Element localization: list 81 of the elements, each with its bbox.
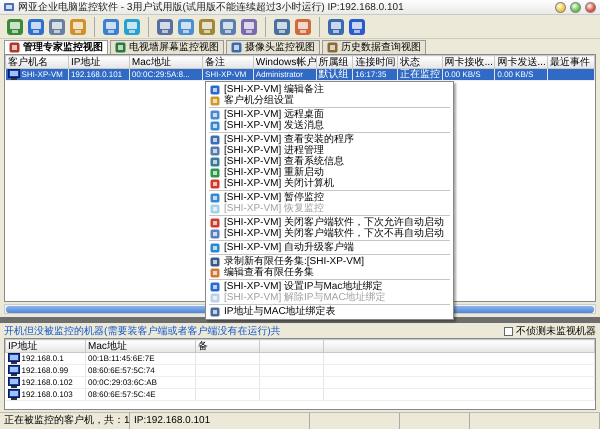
column-header[interactable]: 客户机名 [6, 56, 68, 68]
close-button[interactable] [585, 2, 596, 12]
menu-item[interactable]: IP地址与MAC地址绑定表 [207, 306, 452, 317]
toolbar-icon[interactable] [48, 18, 66, 36]
menu-item[interactable]: [SHI-XP-VM] 关闭客户端软件，下次允许自动启动 [207, 217, 452, 228]
toolbar-icon[interactable] [69, 18, 87, 36]
table-cell: 08:60:6E:57:5C:74 [86, 364, 196, 376]
column-header[interactable]: Mac地址 [129, 56, 202, 68]
table-cell: 192.168.0.102 [22, 377, 73, 388]
column-header[interactable]: IP地址 [6, 340, 86, 352]
view-tab[interactable]: 历史数据查询视图 [322, 40, 426, 54]
toolbar-icon[interactable] [273, 18, 291, 36]
table-cell: 16:17:35 [352, 68, 398, 80]
toolbar-icon[interactable] [123, 18, 141, 36]
column-header[interactable]: 网卡接收... [442, 56, 495, 68]
table-cell: SHI-XP-VM [22, 69, 63, 80]
checkbox[interactable]: 不侦测未监视机器 [504, 324, 596, 338]
menu-item[interactable]: [SHI-XP-VM] 关闭计算机 [207, 178, 452, 189]
column-header[interactable]: 连接时间 [352, 56, 398, 68]
column-header[interactable]: 状态 [397, 56, 442, 68]
column-header[interactable]: 网卡发送... [494, 56, 548, 68]
status-text: IP:192.168.0.101 [130, 413, 310, 429]
menu-item[interactable]: [SHI-XP-VM] 进程管理 [207, 145, 452, 156]
menu-item[interactable]: 编辑查看有限任务集 [207, 267, 452, 278]
menu-item[interactable]: [SHI-XP-VM] 远程桌面 [207, 109, 452, 120]
panel-title: 开机但没被监控的机器(需要装客户端或者客户端没有在运行)共 [4, 324, 282, 338]
menu-item[interactable]: [SHI-XP-VM] 重新启动 [207, 167, 452, 178]
menu-item[interactable]: [SHI-XP-VM] 自动升级客户端 [207, 242, 452, 253]
toolbar-icon[interactable] [219, 18, 237, 36]
column-header[interactable]: Mac地址 [86, 340, 196, 352]
monitor-icon [8, 353, 20, 364]
column-header[interactable]: Windows帐户 [253, 56, 316, 68]
toolbar-icon[interactable] [327, 18, 345, 36]
maximize-button[interactable] [570, 2, 581, 12]
minimize-button[interactable] [555, 2, 566, 12]
toolbar-icon[interactable] [348, 18, 366, 36]
window-title: 网亚企业电脑监控软件 - 3用户试用版(试用版不能连续超过3小时运行) IP:192.168.0.101 [18, 0, 405, 14]
toolbar-icon[interactable] [27, 18, 45, 36]
table-cell: 正在监控 [397, 68, 442, 80]
toolbar-icon[interactable] [156, 18, 174, 36]
menu-item[interactable]: [SHI-XP-VM] 暂停监控 [207, 192, 452, 203]
toolbar-icon[interactable] [102, 18, 120, 36]
menu-item[interactable]: [SHI-XP-VM] 发送消息 [207, 120, 452, 131]
column-header[interactable]: 备注 [202, 56, 254, 68]
toolbar-icon[interactable] [177, 18, 195, 36]
table-cell: 08:60:6E:57:5C:4E [86, 388, 196, 400]
table-cell: SHI-XP-VM [202, 68, 254, 80]
menu-item[interactable]: [SHI-XP-VM] 查看系统信息 [207, 156, 452, 167]
column-header[interactable]: 所属组 [316, 56, 353, 68]
status-text: 正在被监控的客户机，共：1 [0, 413, 130, 429]
view-tab[interactable]: 电视墙屏幕监控视图 [110, 40, 224, 54]
table-cell: Administrator [253, 68, 316, 80]
table-cell: 00:0C:29:5A:8... [129, 68, 202, 80]
table-cell: 0.00 KB/S [442, 68, 495, 80]
table-cell: 192.168.0.101 [68, 68, 130, 80]
menu-item[interactable]: [SHI-XP-VM] 编辑备注 [207, 84, 452, 95]
column-header[interactable]: 备 [196, 340, 260, 352]
menu-item[interactable]: [SHI-XP-VM] 关闭客户端软件，下次不再自动启动 [207, 228, 452, 239]
menu-item[interactable]: 录制新有限任务集:[SHI-XP-VM] [207, 256, 452, 267]
table-cell: 192.168.0.99 [22, 365, 68, 376]
app-icon [4, 2, 14, 12]
table-cell: 192.168.0.1 [22, 353, 64, 364]
monitor-icon [8, 365, 20, 376]
monitor-icon [8, 389, 20, 400]
table-cell: 0.00 KB/S [494, 68, 548, 80]
menu-item[interactable]: [SHI-XP-VM] 查看安装的程序 [207, 134, 452, 145]
table-cell: 00:0C:29:03:6C:AB [86, 376, 196, 388]
menu-item[interactable]: 客户机分组设置 [207, 95, 452, 106]
column-header[interactable]: IP地址 [68, 56, 130, 68]
toolbar-icon[interactable] [240, 18, 258, 36]
toolbar-icon[interactable] [294, 18, 312, 36]
column-header[interactable]: 最近事件 [548, 56, 594, 68]
view-tab[interactable]: 管理专家监控视图 [4, 40, 108, 54]
toolbar-icon[interactable] [198, 18, 216, 36]
monitor-icon [8, 377, 20, 388]
monitor-icon [8, 69, 20, 80]
table-cell: 192.168.0.103 [22, 389, 73, 400]
toolbar-icon[interactable] [6, 18, 24, 36]
menu-item[interactable]: [SHI-XP-VM] 设置IP与Mac地址绑定 [207, 281, 452, 292]
table-cell: 00:1B:11:45:6E:7E [86, 352, 196, 364]
view-tab[interactable]: 摄像头监控视图 [226, 40, 320, 54]
